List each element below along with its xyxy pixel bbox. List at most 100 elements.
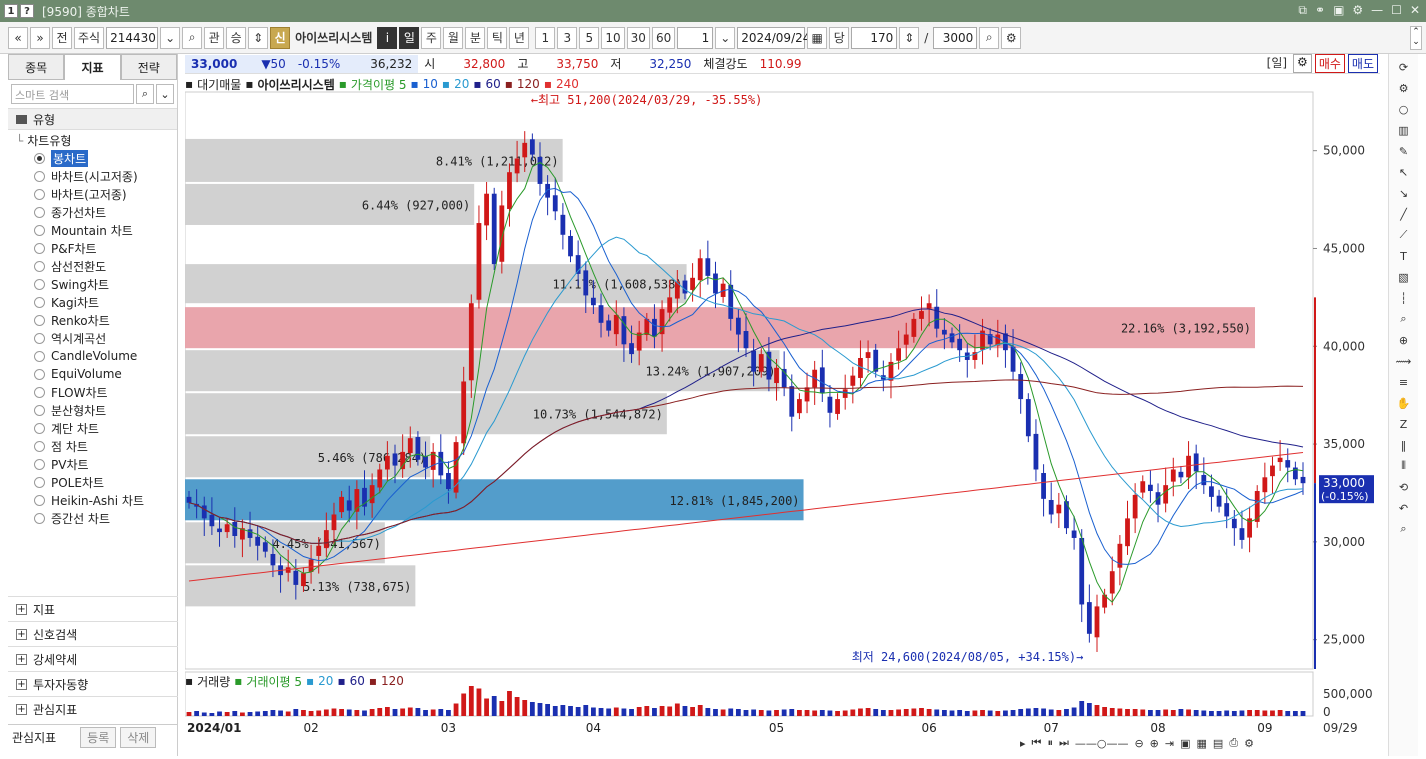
zigzag-icon[interactable]: Z [1395, 415, 1413, 433]
radio-button[interactable] [34, 476, 45, 488]
fill-icon[interactable]: ▧ [1395, 268, 1413, 286]
chart-type-option[interactable]: PV차트 [16, 455, 177, 473]
zoom-slider[interactable]: ——○—— [1075, 737, 1129, 750]
period-minute[interactable]: 분 [465, 26, 486, 49]
radio-button[interactable] [34, 260, 45, 272]
columns-icon[interactable]: ⫴ [1395, 457, 1413, 475]
market-type-select[interactable]: 주식 [74, 26, 105, 49]
chart-type-option[interactable]: 역시계곡선 [16, 329, 177, 347]
tree-parent[interactable]: └ 차트유형 [16, 132, 177, 149]
chart-type-option[interactable]: EquiVolume [16, 365, 177, 383]
chart-type-option[interactable]: 봉차트 [16, 149, 177, 167]
market-all-button[interactable]: 전 [52, 26, 72, 49]
hand-icon[interactable]: ✋ [1395, 394, 1413, 412]
radio-button[interactable] [34, 170, 45, 182]
search-icon[interactable]: ⌕ [136, 84, 154, 104]
step-icon[interactable]: ⇥ [1165, 737, 1174, 750]
section-investor[interactable]: + 투자자동향 [8, 671, 178, 696]
count-input[interactable]: 170 [851, 26, 898, 49]
settings-icon[interactable]: ⚙ [1352, 3, 1363, 18]
scroll-right-icon[interactable]: ▸ [1020, 737, 1026, 750]
toolbar-settings-icon[interactable]: ⚙ [1001, 26, 1022, 49]
price-chart[interactable]: 8.41% (1,211,012)6.44% (927,000)11.17% (… [184, 74, 1380, 756]
zoom-in-icon[interactable]: ⊕ [1150, 737, 1159, 750]
chart-type-option[interactable]: FLOW차트 [16, 383, 177, 401]
print-icon[interactable]: ⎙ [1229, 736, 1238, 750]
radio-button[interactable] [34, 440, 45, 452]
radio-button[interactable] [34, 494, 45, 506]
tab-strategy[interactable]: 전략 [120, 54, 177, 80]
radio-button[interactable] [34, 422, 45, 434]
chart-type-option[interactable]: 삼선전환도 [16, 257, 177, 275]
pause-icon[interactable]: ⏸ [1047, 736, 1053, 750]
help-badge[interactable]: ? [20, 4, 34, 18]
period-month[interactable]: 월 [443, 26, 464, 49]
chart-type-option[interactable]: 분산형차트 [16, 401, 177, 419]
minimize-icon[interactable]: — [1371, 3, 1383, 18]
pen-icon[interactable]: ✎ [1395, 142, 1413, 160]
radio-button[interactable] [34, 296, 45, 308]
chart-type-option[interactable]: CandleVolume [16, 347, 177, 365]
radio-button[interactable] [34, 278, 45, 290]
radio-button[interactable] [34, 350, 45, 362]
camera-icon[interactable]: ▣ [1180, 737, 1190, 750]
fib-icon[interactable]: ≡ [1395, 373, 1413, 391]
zoom-out-icon[interactable]: ⊖ [1134, 737, 1143, 750]
toolbar-scroll-arrows[interactable]: ⌃ ⌄ [1410, 26, 1422, 50]
radio-button[interactable] [34, 152, 45, 164]
chart-type-option[interactable]: 증간선 차트 [16, 509, 177, 527]
radio-button[interactable] [34, 206, 45, 218]
arrow-icon[interactable]: ↘ [1395, 184, 1413, 202]
gear-icon[interactable]: ⚙ [1395, 79, 1413, 97]
section-favorite[interactable]: + 관심지표 [8, 696, 178, 721]
close-icon[interactable]: ✕ [1410, 3, 1420, 18]
refresh-icon[interactable]: ⟳ [1395, 58, 1413, 76]
camera-icon[interactable]: ▣ [1333, 3, 1344, 18]
interval-60[interactable]: 60 [651, 26, 676, 49]
rise-button[interactable]: 승 [226, 26, 247, 49]
chart-type-option[interactable]: 바차트(고저종) [16, 185, 177, 203]
chart-type-option[interactable]: Heikin-Ashi 차트 [16, 491, 177, 509]
chart-type-option[interactable]: 점 차트 [16, 437, 177, 455]
window-number-badge[interactable]: 1 [4, 4, 18, 18]
interval-5[interactable]: 5 [579, 26, 600, 49]
radio-button[interactable] [34, 314, 45, 326]
period-year[interactable]: 년 [509, 26, 530, 49]
interval-10[interactable]: 10 [601, 26, 625, 49]
period-tick[interactable]: 틱 [487, 26, 508, 49]
bar-chart-icon[interactable]: ▥ [1395, 121, 1413, 139]
interval-input[interactable]: 1 [677, 26, 714, 49]
cycle-icon[interactable]: ⟲ [1395, 478, 1413, 496]
zoom-icon[interactable]: ⊕ [1395, 331, 1413, 349]
radio-button[interactable] [34, 368, 45, 380]
smart-search-input[interactable]: 스마트 검색 [11, 84, 134, 104]
max-count-input[interactable]: 3000 [933, 26, 978, 49]
watch-button[interactable]: 관 [204, 26, 225, 49]
count-stepper[interactable]: ⇕ [899, 26, 920, 49]
radio-button[interactable] [34, 224, 45, 236]
chart-type-option[interactable]: Renko차트 [16, 311, 177, 329]
line-icon[interactable]: ╱ [1395, 205, 1413, 223]
layout-icon[interactable]: ▤ [1213, 737, 1223, 750]
stock-code-input[interactable]: 214430 [106, 26, 159, 49]
chart-type-option[interactable]: POLE차트 [16, 473, 177, 491]
section-indicator[interactable]: + 지표 [8, 596, 178, 621]
magnifier-icon[interactable]: ⌕ [1395, 310, 1413, 328]
auto-line-icon[interactable]: ⟋ [1395, 226, 1413, 244]
link-icon[interactable]: ⚭ [1315, 3, 1325, 18]
radio-button[interactable] [34, 332, 45, 344]
search-icon[interactable]: ⌕ [1395, 520, 1413, 538]
prev-button[interactable]: « [8, 26, 28, 49]
chart-type-option[interactable]: Mountain 차트 [16, 221, 177, 239]
next-button[interactable]: » [30, 26, 50, 49]
first-icon[interactable]: ⏮ [1032, 736, 1042, 750]
tab-stock[interactable]: 종목 [8, 54, 65, 80]
chart-type-option[interactable]: 바차트(시고저종) [16, 167, 177, 185]
period-week[interactable]: 주 [421, 26, 442, 49]
last-icon[interactable]: ⏭ [1059, 736, 1069, 750]
maximize-icon[interactable]: ☐ [1391, 3, 1402, 18]
code-dropdown-icon[interactable]: ⌄ [160, 26, 181, 49]
buy-button[interactable]: 매수 [1314, 54, 1345, 73]
undo-icon[interactable]: ↶ [1395, 499, 1413, 517]
chart-type-option[interactable]: 종가선차트 [16, 203, 177, 221]
